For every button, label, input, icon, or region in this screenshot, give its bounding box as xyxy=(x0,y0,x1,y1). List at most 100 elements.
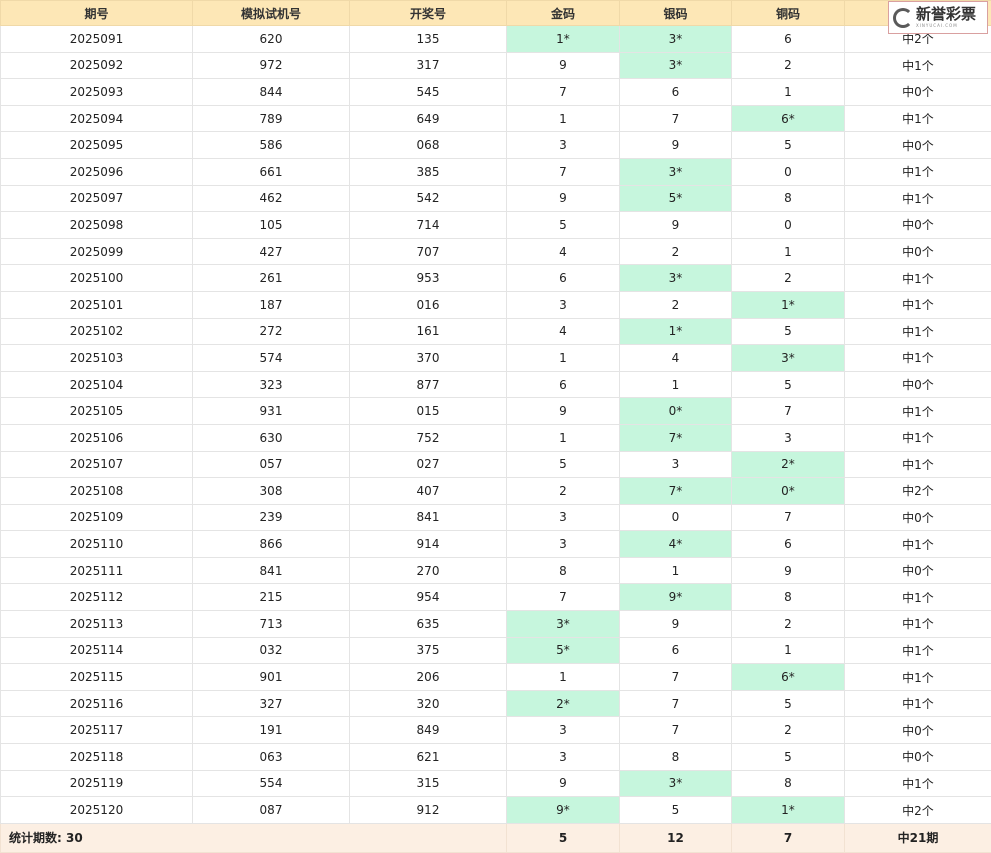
table-row: 2025117 191 849 3 7 2 中0个 xyxy=(0,716,991,745)
cell-issue: 2025112 xyxy=(0,583,193,612)
cell-issue: 2025107 xyxy=(0,450,193,479)
cell-hits: 中1个 xyxy=(844,610,991,638)
cell-sim: 427 xyxy=(192,237,350,266)
cell-issue: 2025118 xyxy=(0,743,193,771)
summary-label: 统计期数: 30 xyxy=(0,822,507,853)
cell-bronze: 5 xyxy=(731,317,845,346)
cell-issue: 2025109 xyxy=(0,503,193,532)
cell-sim: 630 xyxy=(192,423,350,452)
table-row: 2025112 215 954 7 9* 8 中1个 xyxy=(0,583,991,612)
cell-gold: 3 xyxy=(506,290,620,319)
cell-issue: 2025110 xyxy=(0,530,193,558)
cell-silver: 7 xyxy=(619,689,732,718)
table-row: 2025105 931 015 9 0* 7 中1个 xyxy=(0,397,991,425)
cell-draw: 270 xyxy=(349,556,507,585)
cell-silver: 7 xyxy=(619,716,732,745)
cell-sim: 191 xyxy=(192,716,350,745)
cell-bronze: 1* xyxy=(731,796,845,824)
cell-bronze: 7 xyxy=(731,397,845,425)
cell-draw: 953 xyxy=(349,264,507,292)
cell-sim: 105 xyxy=(192,211,350,239)
cell-draw: 752 xyxy=(349,423,507,452)
cell-draw: 545 xyxy=(349,78,507,106)
cell-hits: 中1个 xyxy=(844,636,991,665)
cell-sim: 239 xyxy=(192,503,350,532)
table-row: 2025107 057 027 5 3 2* 中1个 xyxy=(0,450,991,479)
summary-silver: 12 xyxy=(619,822,732,853)
cell-gold: 3 xyxy=(506,131,620,159)
col-header-issue: 期号 xyxy=(0,0,193,26)
cell-silver: 9 xyxy=(619,211,732,239)
cell-gold: 9* xyxy=(506,796,620,824)
cell-gold: 7 xyxy=(506,157,620,186)
cell-gold: 3 xyxy=(506,503,620,532)
cell-sim: 866 xyxy=(192,530,350,558)
logo-subtitle: XINYUCAI.COM xyxy=(916,23,958,28)
table-row: 2025116 327 320 2* 7 5 中1个 xyxy=(0,689,991,718)
cell-bronze: 3 xyxy=(731,423,845,452)
cell-silver: 5* xyxy=(619,184,732,213)
cell-sim: 087 xyxy=(192,796,350,824)
cell-gold: 8 xyxy=(506,556,620,585)
cell-issue: 2025098 xyxy=(0,211,193,239)
cell-draw: 385 xyxy=(349,157,507,186)
cell-bronze: 2 xyxy=(731,264,845,292)
cell-gold: 9 xyxy=(506,397,620,425)
cell-hits: 中1个 xyxy=(844,157,991,186)
table-row: 2025091 620 135 1* 3* 6 中2个 xyxy=(0,25,991,53)
cell-silver: 6 xyxy=(619,78,732,106)
cell-hits: 中1个 xyxy=(844,769,991,798)
table-row: 2025100 261 953 6 3* 2 中1个 xyxy=(0,264,991,292)
cell-bronze: 8 xyxy=(731,583,845,612)
cell-gold: 5 xyxy=(506,211,620,239)
cell-silver: 4 xyxy=(619,344,732,372)
cell-gold: 1 xyxy=(506,344,620,372)
cell-silver: 3* xyxy=(619,769,732,798)
cell-issue: 2025113 xyxy=(0,610,193,638)
cell-sim: 901 xyxy=(192,663,350,691)
cell-hits: 中0个 xyxy=(844,743,991,771)
cell-bronze: 8 xyxy=(731,184,845,213)
table-row: 2025110 866 914 3 4* 6 中1个 xyxy=(0,530,991,558)
table-row: 2025099 427 707 4 2 1 中0个 xyxy=(0,237,991,266)
cell-draw: 027 xyxy=(349,450,507,479)
cell-silver: 6 xyxy=(619,636,732,665)
cell-sim: 323 xyxy=(192,370,350,399)
results-table: 期号 模拟试机号 开奖号 金码 银码 铜码 2025091 620 135 1* 3* 6… xyxy=(0,0,991,853)
table-row: 2025109 239 841 3 0 7 中0个 xyxy=(0,503,991,532)
cell-silver: 7* xyxy=(619,423,732,452)
table-row: 2025095 586 068 3 9 5 中0个 xyxy=(0,131,991,159)
cell-silver: 1 xyxy=(619,370,732,399)
cell-sim: 841 xyxy=(192,556,350,585)
cell-bronze: 9 xyxy=(731,556,845,585)
cell-draw: 016 xyxy=(349,290,507,319)
cell-hits: 中1个 xyxy=(844,290,991,319)
cell-gold: 1 xyxy=(506,104,620,133)
cell-issue: 2025116 xyxy=(0,689,193,718)
cell-hits: 中1个 xyxy=(844,397,991,425)
cell-bronze: 7 xyxy=(731,503,845,532)
logo-name: 新誉彩票 xyxy=(916,5,977,23)
col-header-sim: 模拟试机号 xyxy=(192,0,350,26)
cell-issue: 2025119 xyxy=(0,769,193,798)
logo-icon xyxy=(893,7,913,28)
cell-issue: 2025114 xyxy=(0,636,193,665)
cell-hits: 中0个 xyxy=(844,370,991,399)
cell-bronze: 0 xyxy=(731,157,845,186)
cell-gold: 9 xyxy=(506,769,620,798)
table-row: 2025104 323 877 6 1 5 中0个 xyxy=(0,370,991,399)
cell-silver: 1* xyxy=(619,317,732,346)
cell-issue: 2025115 xyxy=(0,663,193,691)
cell-draw: 877 xyxy=(349,370,507,399)
cell-sim: 931 xyxy=(192,397,350,425)
cell-issue: 2025099 xyxy=(0,237,193,266)
cell-sim: 844 xyxy=(192,78,350,106)
cell-bronze: 1 xyxy=(731,237,845,266)
cell-silver: 8 xyxy=(619,743,732,771)
cell-issue: 2025093 xyxy=(0,78,193,106)
cell-sim: 308 xyxy=(192,477,350,505)
cell-hits: 中1个 xyxy=(844,583,991,612)
cell-silver: 9 xyxy=(619,131,732,159)
cell-draw: 015 xyxy=(349,397,507,425)
cell-bronze: 6* xyxy=(731,663,845,691)
